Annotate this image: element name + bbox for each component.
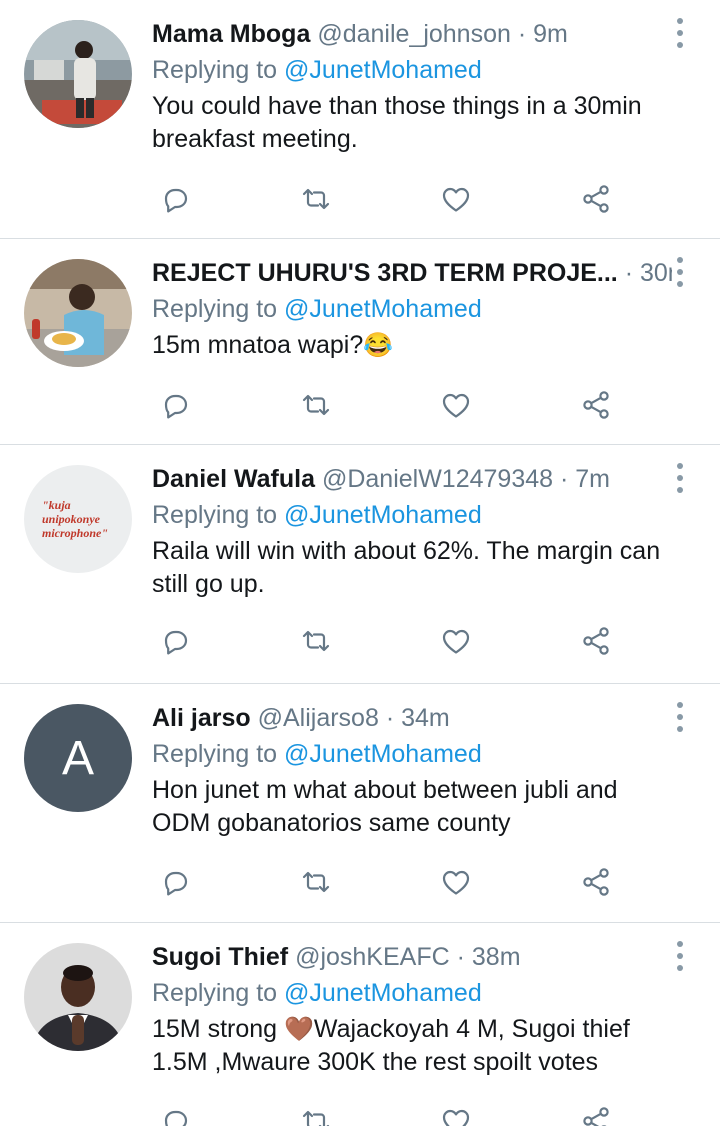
replying-to: Replying to @JunetMohamed <box>152 975 672 1011</box>
replying-prefix: Replying to <box>152 740 278 768</box>
author-name[interactable]: Ali jarso <box>152 704 251 732</box>
more-options-icon[interactable] <box>670 941 690 971</box>
more-options-icon[interactable] <box>670 18 690 48</box>
brown-heart-emoji-icon: 🤎 <box>284 1016 314 1043</box>
reply-icon[interactable] <box>156 179 196 219</box>
tweet-text: Hon junet m what about between jubli and… <box>152 776 618 837</box>
replying-to: Replying to @JunetMohamed <box>152 291 672 327</box>
like-icon[interactable] <box>436 621 476 661</box>
tweet-card[interactable]: REJECT UHURU'S 3RD TERM PROJE... · 30m R… <box>0 239 720 445</box>
author-handle[interactable]: @danile_johnson <box>317 20 511 48</box>
share-icon[interactable] <box>576 621 616 661</box>
tweet-card[interactable]: "kuja unipokonye microphone" Daniel Wafu… <box>0 445 720 684</box>
author-handle[interactable]: @Alijarso8 <box>258 704 379 732</box>
tweet-text-part: 15M strong <box>152 1015 285 1043</box>
author-handle[interactable]: @DanielW12479348 <box>322 465 553 493</box>
replying-prefix: Replying to <box>152 501 278 529</box>
retweet-icon[interactable] <box>296 1101 336 1126</box>
share-icon[interactable] <box>576 1101 616 1126</box>
avatar[interactable] <box>24 259 132 367</box>
tweet-time: · 34m <box>385 704 450 732</box>
avatar[interactable]: "kuja unipokonye microphone" <box>24 465 132 573</box>
reply-feed: Mama Mboga @danile_johnson · 9m Replying… <box>0 0 720 1126</box>
more-options-icon[interactable] <box>670 463 690 493</box>
replying-prefix: Replying to <box>152 979 278 1007</box>
avatar-text-line: unipokonye <box>42 512 101 526</box>
avatar[interactable] <box>24 20 132 128</box>
avatar-text-line: "kuja <box>42 498 71 512</box>
tweet-text-body: 15m mnatoa wapi? <box>152 331 364 359</box>
reply-icon[interactable] <box>156 1101 196 1126</box>
author-name[interactable]: REJECT UHURU'S 3RD TERM PROJE... <box>152 259 618 287</box>
tweet-actions <box>152 862 622 902</box>
reply-icon[interactable] <box>156 385 196 425</box>
tweet-card[interactable]: Mama Mboga @danile_johnson · 9m Replying… <box>0 0 720 239</box>
replying-to: Replying to @JunetMohamed <box>152 736 672 772</box>
replying-to: Replying to @JunetMohamed <box>152 497 672 533</box>
tweet-time: · 30m <box>624 259 672 287</box>
tweet-card[interactable]: A Ali jarso @Alijarso8 · 34m Replying to… <box>0 684 720 923</box>
like-icon[interactable] <box>436 179 476 219</box>
tweet-header: REJECT UHURU'S 3RD TERM PROJE... · 30m <box>152 255 672 291</box>
tweet-content: Ali jarso @Alijarso8 · 34m Replying to @… <box>152 700 672 840</box>
tweet-header: Ali jarso @Alijarso8 · 34m <box>152 700 672 736</box>
tweet-header: Daniel Wafula @DanielW12479348 · 7m <box>152 461 672 497</box>
share-icon[interactable] <box>576 385 616 425</box>
tweet-actions <box>152 1101 622 1126</box>
tweet-text: You could have than those things in a 30… <box>152 92 642 153</box>
more-options-icon[interactable] <box>670 702 690 732</box>
author-name[interactable]: Sugoi Thief <box>152 943 288 971</box>
replying-to: Replying to @JunetMohamed <box>152 52 672 88</box>
tweet-content: Sugoi Thief @joshKEAFC · 38m Replying to… <box>152 939 672 1079</box>
tweet-time: · 38m <box>456 943 521 971</box>
tweet-time: · 7m <box>560 465 610 493</box>
retweet-icon[interactable] <box>296 179 336 219</box>
avatar-letter: A <box>24 704 132 812</box>
tweet-actions <box>152 621 622 661</box>
replying-mention[interactable]: @JunetMohamed <box>284 501 482 529</box>
tweet-text: 15M strong 🤎Wajackoyah 4 M, Sugoi thief … <box>152 1013 672 1079</box>
tweet-header: Sugoi Thief @joshKEAFC · 38m <box>152 939 672 975</box>
avatar-text-line: microphone" <box>42 526 108 540</box>
share-icon[interactable] <box>576 179 616 219</box>
tweet-content: Mama Mboga @danile_johnson · 9m Replying… <box>152 16 672 156</box>
retweet-icon[interactable] <box>296 621 336 661</box>
tweet-actions <box>152 385 622 425</box>
reply-icon[interactable] <box>156 862 196 902</box>
avatar[interactable] <box>24 943 132 1051</box>
replying-mention[interactable]: @JunetMohamed <box>284 979 482 1007</box>
share-icon[interactable] <box>576 862 616 902</box>
replying-prefix: Replying to <box>152 56 278 84</box>
reply-icon[interactable] <box>156 621 196 661</box>
tweet-time: · 9m <box>517 20 568 48</box>
tweet-content: Daniel Wafula @DanielW12479348 · 7m Repl… <box>152 461 672 601</box>
like-icon[interactable] <box>436 862 476 902</box>
replying-mention[interactable]: @JunetMohamed <box>284 740 482 768</box>
author-name[interactable]: Mama Mboga <box>152 20 310 48</box>
replying-prefix: Replying to <box>152 295 278 323</box>
tweet-actions <box>152 179 622 219</box>
avatar[interactable]: A <box>24 704 132 812</box>
replying-mention[interactable]: @JunetMohamed <box>284 295 482 323</box>
author-name[interactable]: Daniel Wafula <box>152 465 315 493</box>
tweet-text: Raila will win with about 62%. The margi… <box>152 537 661 598</box>
like-icon[interactable] <box>436 385 476 425</box>
tweet-header: Mama Mboga @danile_johnson · 9m <box>152 16 672 52</box>
retweet-icon[interactable] <box>296 385 336 425</box>
author-handle[interactable]: @joshKEAFC <box>295 943 450 971</box>
laughing-emoji-icon: 😂 <box>363 332 394 359</box>
tweet-card[interactable]: Sugoi Thief @joshKEAFC · 38m Replying to… <box>0 923 720 1126</box>
retweet-icon[interactable] <box>296 862 336 902</box>
tweet-content: REJECT UHURU'S 3RD TERM PROJE... · 30m R… <box>152 255 672 362</box>
tweet-text: 15m mnatoa wapi?😂 <box>152 329 672 362</box>
replying-mention[interactable]: @JunetMohamed <box>284 56 482 84</box>
like-icon[interactable] <box>436 1101 476 1126</box>
more-options-icon[interactable] <box>670 257 690 287</box>
